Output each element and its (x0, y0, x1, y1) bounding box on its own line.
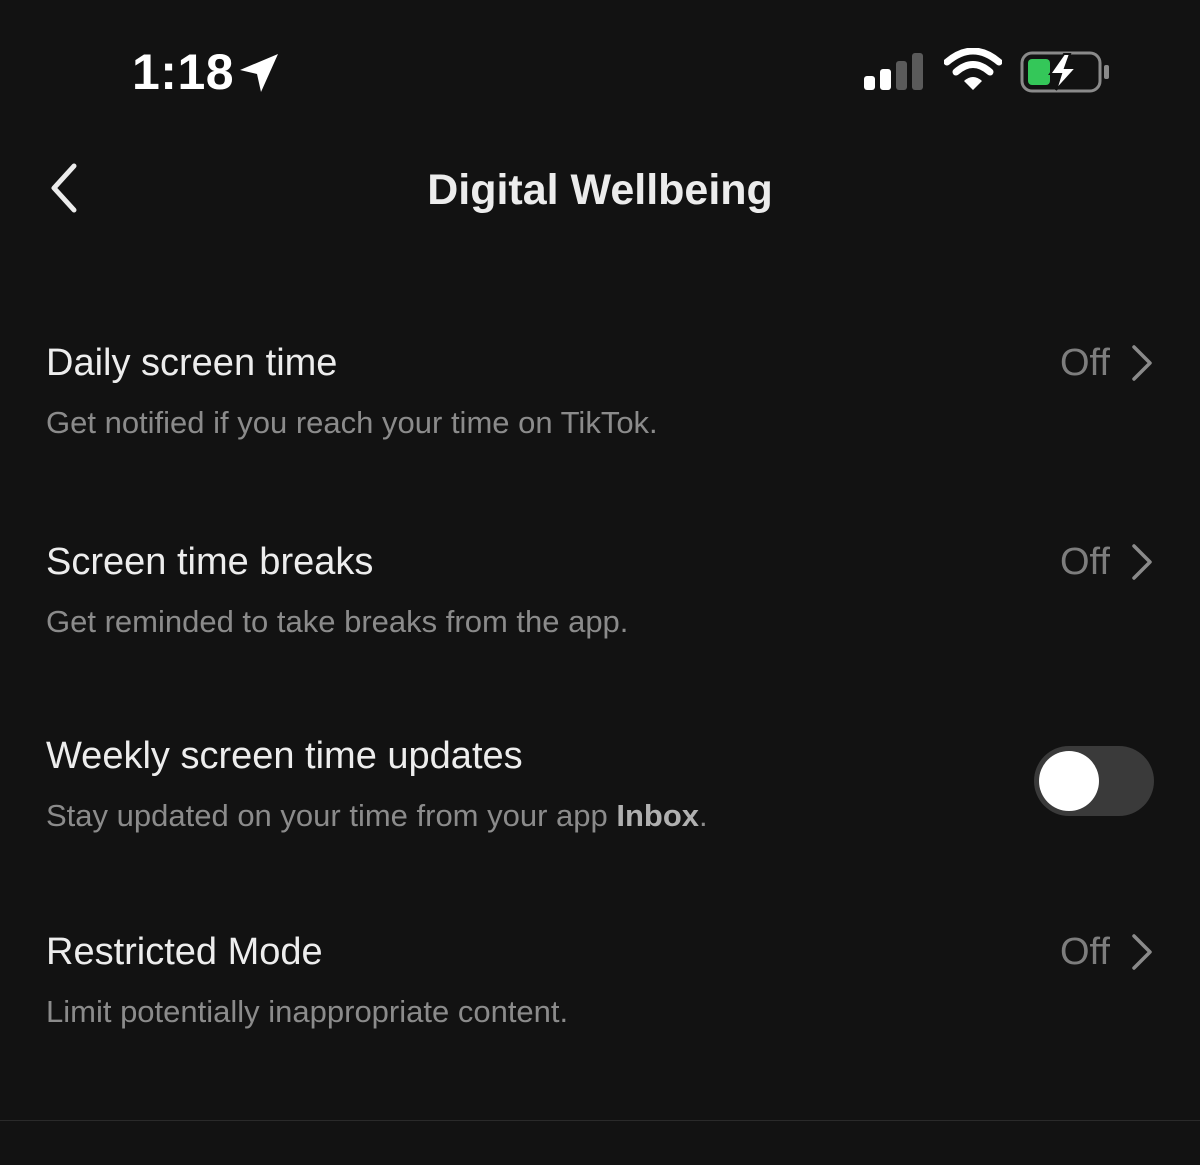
cellular-signal-icon (864, 53, 923, 90)
inbox-link-text: Inbox (616, 798, 700, 833)
chevron-right-icon (1132, 934, 1152, 970)
toggle-knob (1039, 751, 1099, 811)
setting-title: Daily screen time (46, 342, 338, 384)
battery-charging-icon (1020, 51, 1109, 93)
bottom-divider (0, 1120, 1200, 1121)
setting-value: Off (1060, 541, 1110, 583)
setting-description: Limit potentially inappropriate content. (46, 994, 569, 1029)
location-arrow-icon (240, 54, 278, 92)
setting-description: Stay updated on your time from your app … (46, 797, 708, 835)
setting-description: Get reminded to take breaks from the app… (46, 604, 629, 639)
setting-value: Off (1060, 931, 1110, 973)
status-time: 1:18 (132, 44, 235, 100)
page-title: Digital Wellbeing (427, 166, 773, 214)
setting-title: Restricted Mode (46, 931, 323, 973)
weekly-updates-toggle[interactable] (1034, 746, 1154, 816)
setting-description: Get notified if you reach your time on T… (46, 405, 658, 440)
chevron-right-icon (1132, 544, 1152, 580)
setting-value: Off (1060, 342, 1110, 384)
setting-daily-screen-time[interactable]: Daily screen time Get notified if you re… (0, 300, 1200, 450)
description-text: Stay updated on your time from your app (46, 798, 617, 833)
navigation-header: Digital Wellbeing (0, 140, 1200, 240)
status-bar: 1:18 (0, 0, 1200, 140)
setting-title: Weekly screen time updates (46, 735, 523, 777)
chevron-right-icon (1132, 345, 1152, 381)
setting-weekly-screen-time-updates: Weekly screen time updates Stay updated … (0, 693, 1200, 843)
setting-screen-time-breaks[interactable]: Screen time breaks Get reminded to take … (0, 499, 1200, 649)
setting-restricted-mode[interactable]: Restricted Mode Limit potentially inappr… (0, 889, 1200, 1039)
description-suffix: . (699, 798, 708, 833)
setting-title: Screen time breaks (46, 541, 374, 583)
wifi-icon (944, 48, 1002, 90)
